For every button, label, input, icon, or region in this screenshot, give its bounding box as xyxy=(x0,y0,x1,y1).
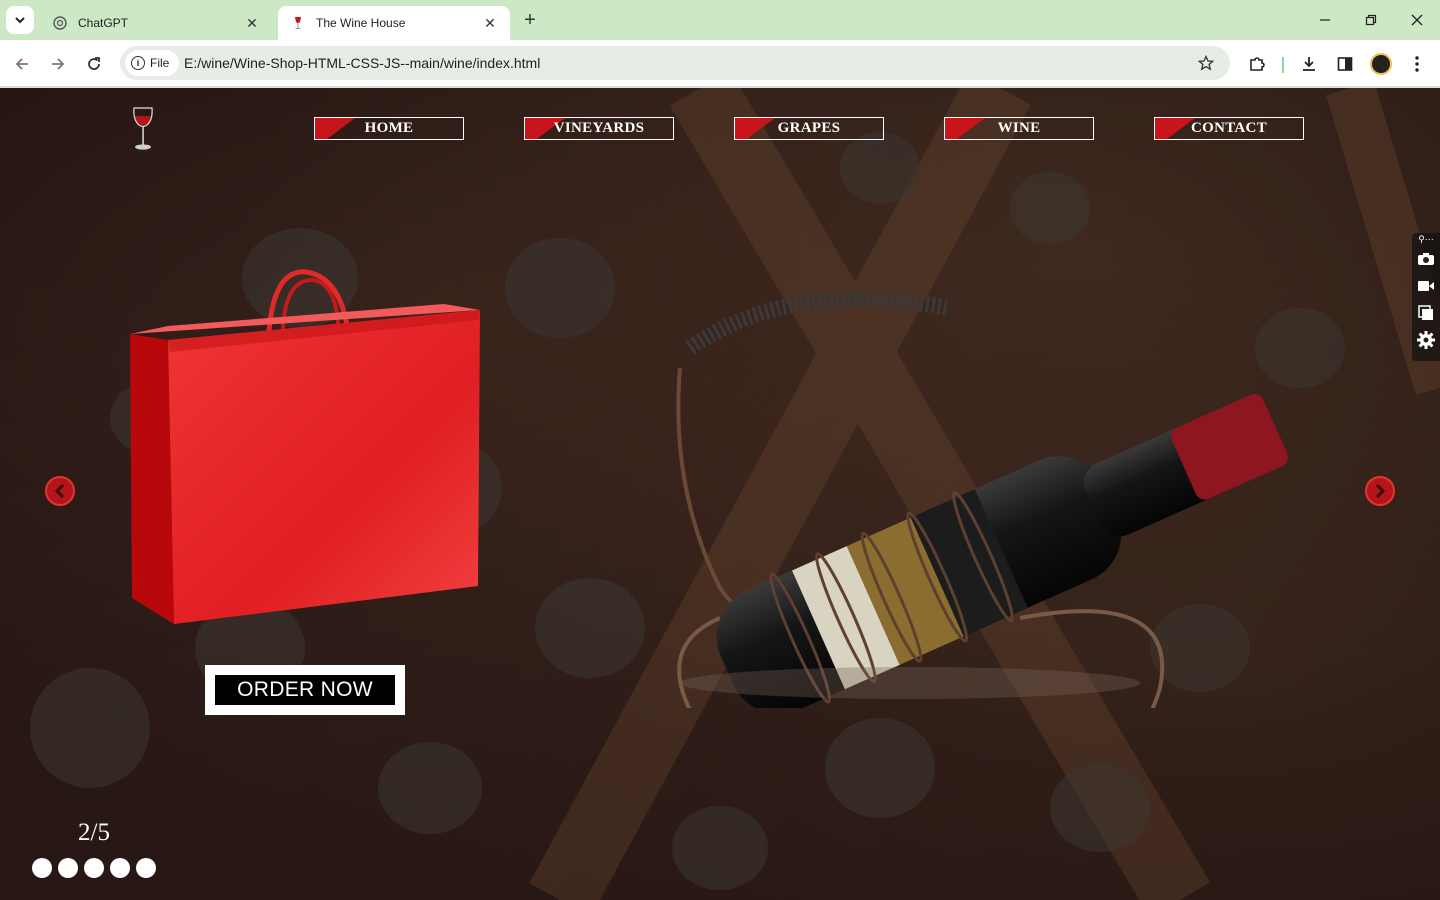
slide-dots xyxy=(32,858,156,878)
slide-dot-3[interactable] xyxy=(84,858,104,878)
window-capture-button[interactable] xyxy=(1412,299,1440,326)
carousel-next-button[interactable] xyxy=(1365,476,1395,506)
wine-glass-icon xyxy=(290,15,306,31)
slide-counter: 2/5 xyxy=(78,819,110,846)
tab-title: The Wine House xyxy=(316,16,406,30)
nav-wine[interactable]: WINE xyxy=(944,117,1094,140)
tab-search-button[interactable] xyxy=(6,6,34,34)
slide-dot-5[interactable] xyxy=(136,858,156,878)
nav-flag-decoration xyxy=(945,118,985,139)
browser-toolbar: i File E:/wine/Wine-Shop-HTML-CSS-JS--ma… xyxy=(0,40,1440,87)
link-more-icon[interactable]: ⚲⋯ xyxy=(1412,233,1440,245)
video-button[interactable] xyxy=(1412,272,1440,299)
nav-vineyards[interactable]: VINEYARDS xyxy=(524,117,674,140)
tab-chatgpt[interactable]: ChatGPT ✕ xyxy=(40,6,272,40)
chatgpt-icon xyxy=(52,15,68,31)
new-tab-button[interactable]: + xyxy=(518,8,542,32)
restore-button[interactable] xyxy=(1348,0,1394,40)
star-icon xyxy=(1198,55,1214,71)
download-icon xyxy=(1303,57,1315,71)
slide-dot-2[interactable] xyxy=(58,858,78,878)
minimize-icon xyxy=(1320,19,1330,21)
back-button[interactable] xyxy=(8,50,36,78)
kebab-menu-icon xyxy=(1415,56,1419,72)
chevron-right-icon xyxy=(1375,484,1386,498)
bookmark-star-button[interactable] xyxy=(1196,53,1216,73)
nav-flag-decoration xyxy=(1155,118,1195,139)
carousel-prev-button[interactable] xyxy=(45,476,75,506)
settings-button[interactable] xyxy=(1412,326,1440,353)
side-panel-button[interactable] xyxy=(1331,50,1359,78)
url-text[interactable]: E:/wine/Wine-Shop-HTML-CSS-JS--main/wine… xyxy=(184,55,540,71)
order-now-label: ORDER NOW xyxy=(215,675,395,705)
nav-vineyards-label: VINEYARDS xyxy=(553,120,645,136)
close-icon[interactable]: ✕ xyxy=(244,15,260,31)
screen-capture-toolbar: ⚲⋯ xyxy=(1412,233,1440,361)
extensions-button[interactable] xyxy=(1243,50,1271,78)
restore-icon xyxy=(1365,14,1377,26)
scheme-label: File xyxy=(150,56,170,70)
address-bar[interactable]: i File E:/wine/Wine-Shop-HTML-CSS-JS--ma… xyxy=(120,46,1230,80)
nav-contact-label: CONTACT xyxy=(1191,120,1267,136)
copy-window-icon xyxy=(1418,304,1433,320)
chevron-left-icon xyxy=(54,484,65,498)
toolbar-divider xyxy=(1282,57,1284,73)
side-panel-icon xyxy=(1337,57,1353,71)
nav-home[interactable]: HOME xyxy=(314,117,464,140)
nav-flag-decoration xyxy=(315,118,355,139)
nav-wine-label: WINE xyxy=(997,120,1041,136)
nav-grapes-label: GRAPES xyxy=(777,120,841,136)
reload-icon xyxy=(88,57,100,70)
slide-dot-1[interactable] xyxy=(32,858,52,878)
profile-button[interactable] xyxy=(1367,50,1395,78)
info-icon: i xyxy=(131,56,145,70)
tab-title: ChatGPT xyxy=(78,16,129,30)
nav-contact[interactable]: CONTACT xyxy=(1154,117,1304,140)
close-icon[interactable]: ✕ xyxy=(482,15,498,31)
chevron-down-icon xyxy=(15,17,25,24)
site-info-chip[interactable]: i File xyxy=(125,50,180,76)
shopping-bag-image xyxy=(130,269,480,624)
puzzle-icon xyxy=(1250,57,1265,71)
camera-button[interactable] xyxy=(1412,245,1440,272)
page-viewport: HOME VINEYARDS GRAPES WINE CONTACT ORDER… xyxy=(0,88,1440,900)
order-now-button[interactable]: ORDER NOW xyxy=(205,665,405,715)
reload-button[interactable] xyxy=(80,50,108,78)
arrow-left-icon xyxy=(15,58,28,70)
menu-button[interactable] xyxy=(1403,50,1431,78)
close-window-button[interactable] xyxy=(1394,0,1440,40)
camera-icon xyxy=(1418,252,1434,265)
nav-flag-decoration xyxy=(735,118,775,139)
downloads-button[interactable] xyxy=(1295,50,1323,78)
close-icon xyxy=(1411,14,1423,26)
wine-glass-logo[interactable] xyxy=(130,106,156,152)
tab-strip: ChatGPT ✕ The Wine House ✕ + xyxy=(0,0,1440,40)
gear-icon xyxy=(1417,330,1435,349)
nav-home-label: HOME xyxy=(364,120,414,136)
minimize-button[interactable] xyxy=(1302,0,1348,40)
nav-grapes[interactable]: GRAPES xyxy=(734,117,884,140)
forward-button[interactable] xyxy=(44,50,72,78)
avatar xyxy=(1370,53,1392,75)
video-camera-icon xyxy=(1418,280,1434,291)
slide-dot-4[interactable] xyxy=(110,858,130,878)
wine-bottle-holder-image xyxy=(676,291,1288,708)
tab-the-wine-house[interactable]: The Wine House ✕ xyxy=(278,6,510,40)
arrow-right-icon xyxy=(52,58,65,70)
